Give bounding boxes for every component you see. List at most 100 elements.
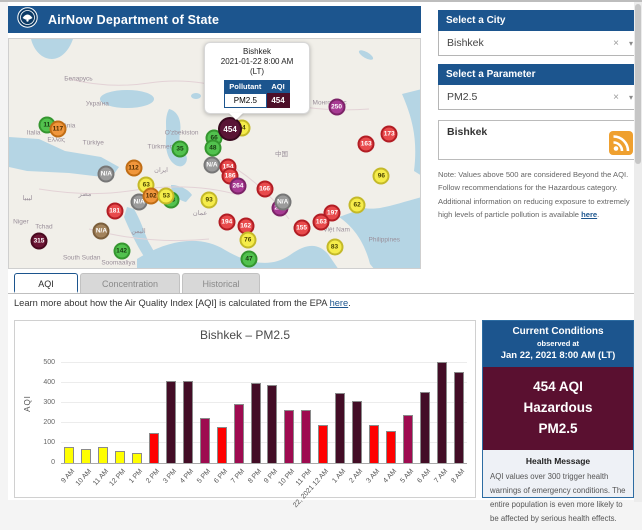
chart-bar[interactable] [132, 453, 142, 463]
health-message-title: Health Message [490, 456, 626, 466]
chart-bar[interactable] [234, 404, 244, 463]
chart-bar[interactable] [64, 447, 74, 463]
popup-aqi-value: 454 [266, 94, 289, 108]
epa-here-link[interactable]: here [330, 298, 349, 308]
parameter-select-value: PM2.5 [447, 91, 613, 103]
chart-bar[interactable] [267, 385, 277, 463]
tab-aqi[interactable]: AQI [14, 273, 78, 293]
scrollbar-thumb[interactable] [635, 4, 641, 164]
observed-datetime: Jan 22, 2021 8:00 AM (LT) [487, 350, 629, 361]
map-marker[interactable]: N/A [204, 156, 221, 173]
map-marker[interactable]: 264 [229, 177, 246, 194]
map-marker[interactable]: N/A [274, 193, 291, 210]
chart-plot-area[interactable] [61, 351, 467, 464]
map-marker[interactable]: 454 [218, 117, 242, 141]
parameter-select[interactable]: PM2.5 × ▾ [438, 85, 642, 110]
clear-icon[interactable]: × [613, 92, 619, 103]
chart-bar[interactable] [251, 383, 261, 463]
chart-bar[interactable] [98, 447, 108, 463]
map-marker[interactable]: 163 [313, 214, 330, 231]
map-marker[interactable]: 155 [293, 220, 310, 237]
chart-bar[interactable] [183, 381, 193, 463]
map-marker[interactable]: 62 [349, 197, 366, 214]
tab-historical[interactable]: Historical [182, 273, 260, 293]
chart-x-tick-label: 6 AM [416, 468, 432, 485]
map-marker[interactable]: N/A [93, 223, 110, 240]
chart-x-tick-label: 5 AM [399, 468, 415, 485]
chart-bar[interactable] [369, 425, 379, 463]
popup-city: Bishkek [209, 47, 305, 57]
chart-bar[interactable] [386, 431, 396, 463]
chart-gridline [61, 382, 467, 383]
dept-of-state-seal-icon [17, 7, 38, 33]
map-marker[interactable]: 166 [256, 180, 273, 197]
chart-bar[interactable] [166, 381, 176, 463]
chart-x-tick-label: 5 PM [196, 468, 212, 485]
chart-y-tick-label: 200 [29, 419, 55, 426]
rss-icon[interactable] [609, 131, 633, 155]
map-marker[interactable]: 181 [106, 203, 123, 220]
chevron-down-icon[interactable]: ▾ [629, 39, 633, 48]
chart-bar[interactable] [335, 393, 345, 463]
aqi-note: Note: Values above 500 are considered Be… [438, 168, 642, 221]
chart-bar[interactable] [81, 449, 91, 463]
map-marker[interactable]: 47 [241, 251, 258, 268]
clear-icon[interactable]: × [613, 38, 619, 49]
chart-gridline [61, 402, 467, 403]
chart-bar[interactable] [149, 433, 159, 463]
chart-x-tick-label: 8 AM [450, 468, 466, 485]
map-marker[interactable]: 163 [358, 136, 375, 153]
map-marker[interactable]: 53 [158, 188, 175, 205]
learn-more-suffix: . [348, 298, 351, 308]
chart-bar[interactable] [454, 372, 464, 463]
chart-bar[interactable] [301, 410, 311, 463]
map-marker[interactable]: 76 [239, 232, 256, 249]
map-marker[interactable]: 83 [326, 239, 343, 256]
note-here-link[interactable]: here [581, 210, 597, 219]
health-message-body: AQI values over 300 trigger health warni… [490, 470, 626, 526]
map-marker[interactable]: 35 [171, 141, 188, 158]
chart-x-tick-label: 8 PM [247, 468, 263, 485]
chart-x-tick-label: 12 PM [109, 468, 128, 488]
chart-bar[interactable] [200, 418, 210, 463]
chart-x-tick-label: 3 AM [365, 468, 381, 485]
chart-bar[interactable] [352, 401, 362, 463]
aqi-map[interactable]: БеларусьУкраїнаRomâniaItaliaΕλλάςTürkiye… [8, 38, 421, 269]
chart-bar[interactable] [420, 392, 430, 463]
popup-pointer [229, 113, 243, 120]
map-marker[interactable]: 48 [204, 140, 221, 157]
tab-concentration[interactable]: Concentration [80, 273, 180, 293]
map-marker[interactable]: 142 [113, 243, 130, 260]
map-marker[interactable]: 117 [49, 121, 66, 138]
map-marker[interactable]: 315 [31, 233, 48, 250]
map-marker[interactable]: 93 [201, 191, 218, 208]
current-conditions-title: Current Conditions [487, 326, 629, 337]
city-select[interactable]: Bishkek × ▾ [438, 31, 642, 56]
map-marker[interactable]: 250 [328, 99, 345, 116]
city-select-block: Select a City Bishkek × ▾ [438, 10, 642, 56]
chart-x-tick-label: 10 AM [75, 468, 93, 487]
chart-bar[interactable] [284, 410, 294, 463]
scrollbar-track[interactable] [634, 2, 642, 502]
tab-bar: AQI Concentration Historical [8, 273, 634, 294]
map-marker[interactable]: 194 [218, 213, 235, 230]
map-marker[interactable]: 96 [373, 167, 390, 184]
chart-y-tick-label: 400 [29, 379, 55, 386]
chart-bar[interactable] [217, 427, 227, 463]
app-title: AirNow Department of State [48, 13, 219, 27]
popup-datetime: 2021-01-22 8:00 AM [209, 57, 305, 67]
chart-x-tick-label: 1 PM [128, 468, 144, 485]
chart-bar[interactable] [437, 362, 447, 463]
chart-x-tick-label: 11 AM [92, 468, 110, 487]
chart-title: Bishkek – PM2.5 [15, 328, 475, 342]
map-marker[interactable]: 112 [125, 159, 142, 176]
chevron-down-icon[interactable]: ▾ [629, 93, 633, 102]
chart-bar[interactable] [115, 451, 125, 463]
chart-bar[interactable] [403, 415, 413, 463]
map-marker[interactable]: 173 [381, 126, 398, 143]
learn-more-text: Learn more about how the Air Quality Ind… [14, 298, 351, 308]
chart-x-tick-label: 4 PM [179, 468, 195, 485]
chart-bar[interactable] [318, 425, 328, 463]
map-marker[interactable]: N/A [98, 165, 115, 182]
rss-feed-city: Bishkek [447, 126, 487, 138]
